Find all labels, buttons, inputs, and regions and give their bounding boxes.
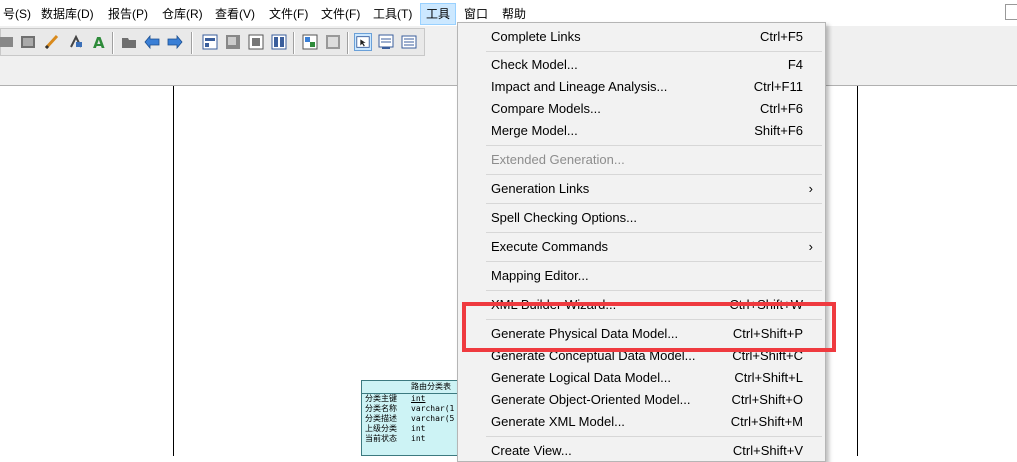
- menu-item-mapping-editor[interactable]: Mapping Editor...: [458, 265, 825, 287]
- menu-separator: [486, 436, 822, 437]
- menu-item-spell-checking[interactable]: Spell Checking Options...: [458, 207, 825, 229]
- menu-view[interactable]: 查看(V): [210, 3, 260, 25]
- menu-repository[interactable]: 仓库(R): [157, 3, 208, 25]
- page-boundary-left: [173, 86, 174, 456]
- toolbar-separator: [191, 32, 193, 54]
- menu-file-1[interactable]: 文件(F): [264, 3, 313, 25]
- folder-icon[interactable]: [120, 33, 138, 51]
- menu-database[interactable]: 数据库(D): [36, 3, 99, 25]
- highlight-box: [462, 302, 836, 352]
- page-boundary-right: [857, 86, 858, 456]
- menu-item-generation-links[interactable]: Generation Links ›: [458, 178, 825, 200]
- toolbar-separator: [112, 32, 114, 54]
- menu-item-impact-lineage[interactable]: Impact and Lineage Analysis... Ctrl+F11: [458, 76, 825, 98]
- menu-item-merge-model[interactable]: Merge Model... Shift+F6: [458, 120, 825, 142]
- entity-column-row: 分类名称 varchar(1: [362, 404, 470, 414]
- tools-dropdown-menu: Complete Links Ctrl+F5 Check Model... F4 I…: [457, 22, 826, 462]
- layout-icon-3[interactable]: [247, 33, 265, 51]
- column-name: 当前状态: [365, 434, 397, 443]
- menu-item-compare-models[interactable]: Compare Models... Ctrl+F6: [458, 98, 825, 120]
- column-type: varchar(1: [411, 404, 455, 413]
- layout-icon-4[interactable]: [270, 33, 288, 51]
- toolbar-separator: [347, 32, 349, 54]
- menu-separator: [486, 261, 822, 262]
- model-icon-2[interactable]: [324, 33, 342, 51]
- document-view-icon[interactable]: [377, 33, 395, 51]
- menu-separator: [486, 145, 822, 146]
- list-view-icon[interactable]: [400, 33, 418, 51]
- menu-separator: [486, 290, 822, 291]
- text-icon[interactable]: A: [90, 33, 108, 51]
- column-name: 上级分类: [365, 424, 397, 433]
- menu-symbol[interactable]: 号(S): [0, 3, 36, 25]
- arrow-left-icon[interactable]: [143, 33, 161, 51]
- menu-separator: [486, 174, 822, 175]
- picture-icon[interactable]: [19, 33, 37, 51]
- submenu-arrow-icon: ›: [808, 181, 813, 196]
- menu-item-check-model[interactable]: Check Model... F4: [458, 54, 825, 76]
- menu-separator: [486, 51, 822, 52]
- column-type: varchar(5: [411, 414, 455, 423]
- column-name: 分类主键: [365, 394, 397, 403]
- submenu-arrow-icon: ›: [808, 239, 813, 254]
- entity-table[interactable]: 路由分类表 分类主键 int 分类名称 varchar(1 分类描述 varchar(…: [361, 380, 471, 456]
- model-icon-1[interactable]: [301, 33, 319, 51]
- layout-icon-2[interactable]: [224, 33, 242, 51]
- menu-file-2[interactable]: 文件(F): [316, 3, 365, 25]
- entity-column-row: 当前状态 int: [362, 434, 470, 444]
- shape-icon[interactable]: [0, 33, 15, 51]
- column-type: int: [411, 434, 426, 443]
- menu-item-extended-generation: Extended Generation...: [491, 152, 625, 167]
- menu-item-execute-commands[interactable]: Execute Commands ›: [458, 236, 825, 258]
- format-painter-icon[interactable]: [67, 33, 85, 51]
- menu-separator: [486, 232, 822, 233]
- menu-tools[interactable]: 工具: [420, 3, 457, 25]
- menu-item-complete-links[interactable]: Complete Links Ctrl+F5: [458, 26, 825, 48]
- entity-column-row: 分类主键 int: [362, 394, 470, 404]
- pointer-view-icon[interactable]: [354, 33, 372, 51]
- column-type: int: [411, 394, 426, 403]
- menu-item-generate-xml-model[interactable]: Generate XML Model... Ctrl+Shift+M: [458, 411, 825, 433]
- svg-text:A: A: [93, 34, 105, 51]
- window-control-box[interactable]: [1005, 4, 1017, 20]
- column-name: 分类描述: [365, 414, 397, 423]
- arrow-right-icon[interactable]: [166, 33, 184, 51]
- menu-item-create-view[interactable]: Create View... Ctrl+Shift+V: [458, 440, 825, 462]
- menu-separator: [486, 203, 822, 204]
- menu-tools-t[interactable]: 工具(T): [368, 3, 417, 25]
- column-type: int: [411, 424, 426, 433]
- menu-item-generate-ldm[interactable]: Generate Logical Data Model... Ctrl+Shift…: [458, 367, 825, 389]
- pen-icon[interactable]: [43, 33, 61, 51]
- layout-icon-1[interactable]: [201, 33, 219, 51]
- entity-column-row: 上级分类 int: [362, 424, 470, 434]
- entity-column-row: 分类描述 varchar(5: [362, 414, 470, 424]
- column-name: 分类名称: [365, 404, 397, 413]
- menu-report[interactable]: 报告(P): [103, 3, 153, 25]
- entity-title: 路由分类表: [362, 381, 470, 394]
- menu-item-generate-oom[interactable]: Generate Object-Oriented Model... Ctrl+Sh…: [458, 389, 825, 411]
- toolbar-row: A: [0, 28, 425, 56]
- toolbar-separator: [293, 32, 295, 54]
